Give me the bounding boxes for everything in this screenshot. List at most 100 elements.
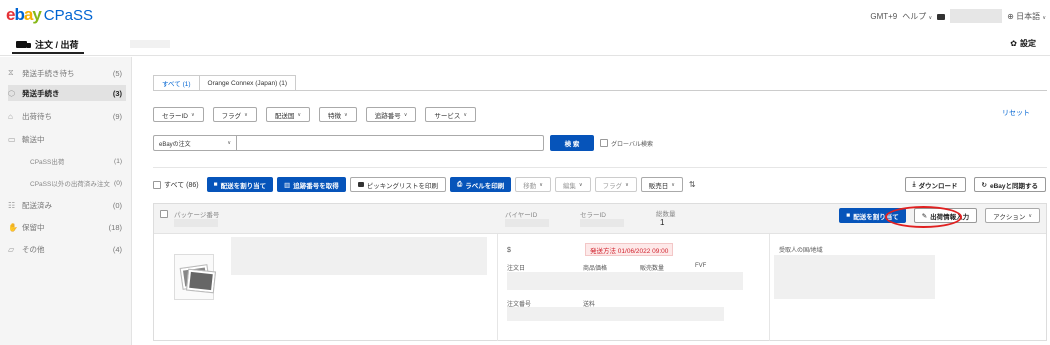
- filter-destination[interactable]: 配送国 ∨: [265, 107, 311, 122]
- sync-ebay-button[interactable]: ↻ eBayと同期する: [973, 177, 1046, 192]
- filter-bar: セラーID ∨ フラグ ∨ 配送国 ∨ 特徴 ∨ 追跡番号 ∨ サービス ∨: [153, 107, 477, 122]
- account-name[interactable]: [950, 9, 1003, 23]
- assign-shipping-button[interactable]: ■ 配送を割り当て: [206, 177, 274, 192]
- seller-id-label: セラーID: [580, 212, 606, 219]
- box-icon: ⬡: [8, 88, 15, 98]
- filter-service[interactable]: サービス ∨: [425, 107, 477, 122]
- briefcase-icon[interactable]: [937, 14, 946, 20]
- download-button[interactable]: ⤓ ダウンロード: [904, 177, 966, 192]
- main-content: すべて (1) Orange Connex (Japan) (1) セラーID ∨…: [133, 57, 1050, 345]
- buyer-id-label: バイヤーID: [505, 212, 538, 219]
- sidebar-item-shipping-procedure[interactable]: ⬡ 発送手続き (3): [8, 85, 126, 101]
- print-picking-list-button[interactable]: ピッキングリストを印刷: [349, 177, 447, 192]
- folder-icon: ▱: [8, 244, 15, 254]
- search-row: eBayの注文 ∨ 検 索 グローバル検索: [153, 135, 653, 151]
- warehouse-icon: ⌂: [8, 111, 13, 121]
- total-qty-label: 総数量: [656, 211, 676, 218]
- order-date-label: 注文日: [507, 266, 526, 272]
- global-search-toggle[interactable]: グローバル検索: [600, 139, 653, 148]
- sidebar-item-non-cpass-shipped[interactable]: CPaSS以外の出荷済み注文 (0): [14, 175, 126, 191]
- filter-feature[interactable]: 特徴 ∨: [319, 107, 357, 122]
- ship-by-badge: 発送方法 01/06/2022 09:00: [585, 243, 674, 256]
- tab-divider: [153, 90, 1047, 91]
- ebay-cpass-logo[interactable]: ebay CPaSS: [6, 5, 93, 25]
- filter-tracking[interactable]: 追跡番号 ∨: [365, 107, 417, 122]
- gear-icon: ✿: [1010, 39, 1017, 48]
- order-checkbox[interactable]: [160, 210, 168, 218]
- seller-id-value: [580, 219, 624, 227]
- search-button[interactable]: 検 索: [550, 135, 594, 151]
- move-dropdown[interactable]: 移動 ∨: [515, 177, 551, 192]
- print-label-button[interactable]: ⎙ ラベルを印刷: [450, 177, 512, 192]
- timezone-label: GMT+9: [870, 11, 898, 21]
- printer-icon: ⎙: [457, 180, 463, 188]
- chevron-down-icon: ∨: [403, 111, 408, 118]
- truck-icon: ▭: [8, 134, 16, 144]
- select-all-checkbox[interactable]: [153, 180, 161, 189]
- chevron-down-icon: ∨: [1028, 212, 1032, 219]
- chevron-down-icon: ∨: [297, 111, 302, 118]
- bulk-actions: すべて (86) ■ 配送を割り当て ▥ 追跡番号を取得 ピッキングリストを印刷 ⎙…: [153, 177, 696, 192]
- reset-link[interactable]: リセット: [1002, 108, 1030, 118]
- sidebar-item-delivered[interactable]: ☷ 配送済み (0): [8, 197, 126, 213]
- package-number-label: パッケージ番号: [174, 212, 220, 219]
- search-type-select[interactable]: eBayの注文 ∨: [153, 135, 237, 151]
- chevron-down-icon: ∨: [344, 111, 348, 118]
- chevron-down-icon: ∨: [191, 111, 195, 118]
- package-number-value: [174, 219, 218, 227]
- price-symbol: $: [507, 247, 511, 254]
- sort-order-icon[interactable]: ⇅: [689, 180, 696, 189]
- hourglass-icon: ⧖: [8, 68, 14, 77]
- page-title[interactable]: 注文 / 出荷: [16, 38, 79, 51]
- delivered-icon: ☷: [8, 200, 16, 210]
- truck-icon: [16, 41, 31, 48]
- filter-flag[interactable]: フラグ ∨: [212, 107, 257, 122]
- buyer-id-value[interactable]: [505, 219, 549, 227]
- tab-orange-connex[interactable]: Orange Connex (Japan) (1): [199, 75, 297, 91]
- divider: [153, 167, 1047, 168]
- order-details-placeholder: [507, 272, 743, 290]
- order-card: パッケージ番号 バイヤーID セラーID 総数量 1 ■ 配送を割り当て ✎ 出荷情…: [153, 203, 1047, 341]
- chevron-down-icon: ∨: [671, 181, 675, 188]
- truck-icon: ■: [846, 212, 851, 219]
- chevron-down-icon: ∨: [625, 181, 629, 188]
- actions-dropdown[interactable]: アクション ∨: [985, 208, 1040, 223]
- sidebar-item-awaiting-shipping[interactable]: ⧖ 発送手続き待ち (5): [8, 65, 126, 81]
- sidebar-item-on-hold[interactable]: ✋ 保留中 (18): [8, 219, 126, 235]
- sidebar-item-in-transit[interactable]: ▭ 輸送中: [8, 131, 126, 147]
- chevron-down-icon: ∨: [539, 181, 543, 188]
- sold-qty-label: 販売数量: [640, 266, 665, 272]
- filter-seller-id[interactable]: セラーID ∨: [153, 107, 204, 122]
- item-title-placeholder: [231, 237, 487, 275]
- search-input[interactable]: [237, 135, 544, 151]
- tab-all[interactable]: すべて (1): [153, 75, 200, 91]
- get-tracking-button[interactable]: ▥ 追跡番号を取得: [277, 177, 346, 192]
- truck-icon: ■: [213, 181, 218, 188]
- chevron-down-icon: ∨: [578, 181, 583, 188]
- settings-button[interactable]: ✿ 設定: [1010, 38, 1036, 49]
- sort-dropdown[interactable]: 販売日 ∨: [640, 177, 683, 192]
- globe-icon: ⊕: [1007, 11, 1014, 21]
- item-thumbnail[interactable]: [174, 254, 214, 300]
- fvf-label: FVF: [695, 263, 707, 269]
- edit-dropdown[interactable]: 編集 ∨: [554, 177, 591, 192]
- select-all[interactable]: すべて (86): [153, 180, 199, 190]
- sidebar-item-cpass-shipped[interactable]: CPaSS出荷 (1): [14, 153, 126, 169]
- list-icon: [357, 182, 364, 187]
- global-search-checkbox[interactable]: [600, 139, 608, 147]
- language-menu[interactable]: ⊕ 日本語 ∨: [1007, 11, 1046, 22]
- download-icon: ⤓: [912, 180, 916, 188]
- flag-dropdown[interactable]: フラグ ∨: [594, 177, 637, 192]
- chevron-down-icon: ∨: [244, 111, 248, 118]
- sub-header: 注文 / 出荷 ✿ 設定: [0, 34, 1050, 56]
- barcode-icon: ▥: [284, 181, 291, 189]
- help-menu[interactable]: ヘルプ ∨: [902, 11, 932, 22]
- hand-icon: ✋: [8, 222, 18, 232]
- chevron-down-icon: ∨: [928, 14, 933, 21]
- sidebar-item-other[interactable]: ▱ その他 (4): [8, 241, 126, 257]
- order-card-header: パッケージ番号 バイヤーID セラーID 総数量 1 ■ 配送を割り当て ✎ 出荷情…: [154, 204, 1046, 234]
- title-underline: [12, 52, 84, 54]
- sidebar-item-awaiting-dispatch[interactable]: ⌂ 出荷待ち (9): [8, 108, 126, 124]
- highlight-circle: [885, 206, 962, 228]
- sync-icon: ↻: [981, 181, 987, 189]
